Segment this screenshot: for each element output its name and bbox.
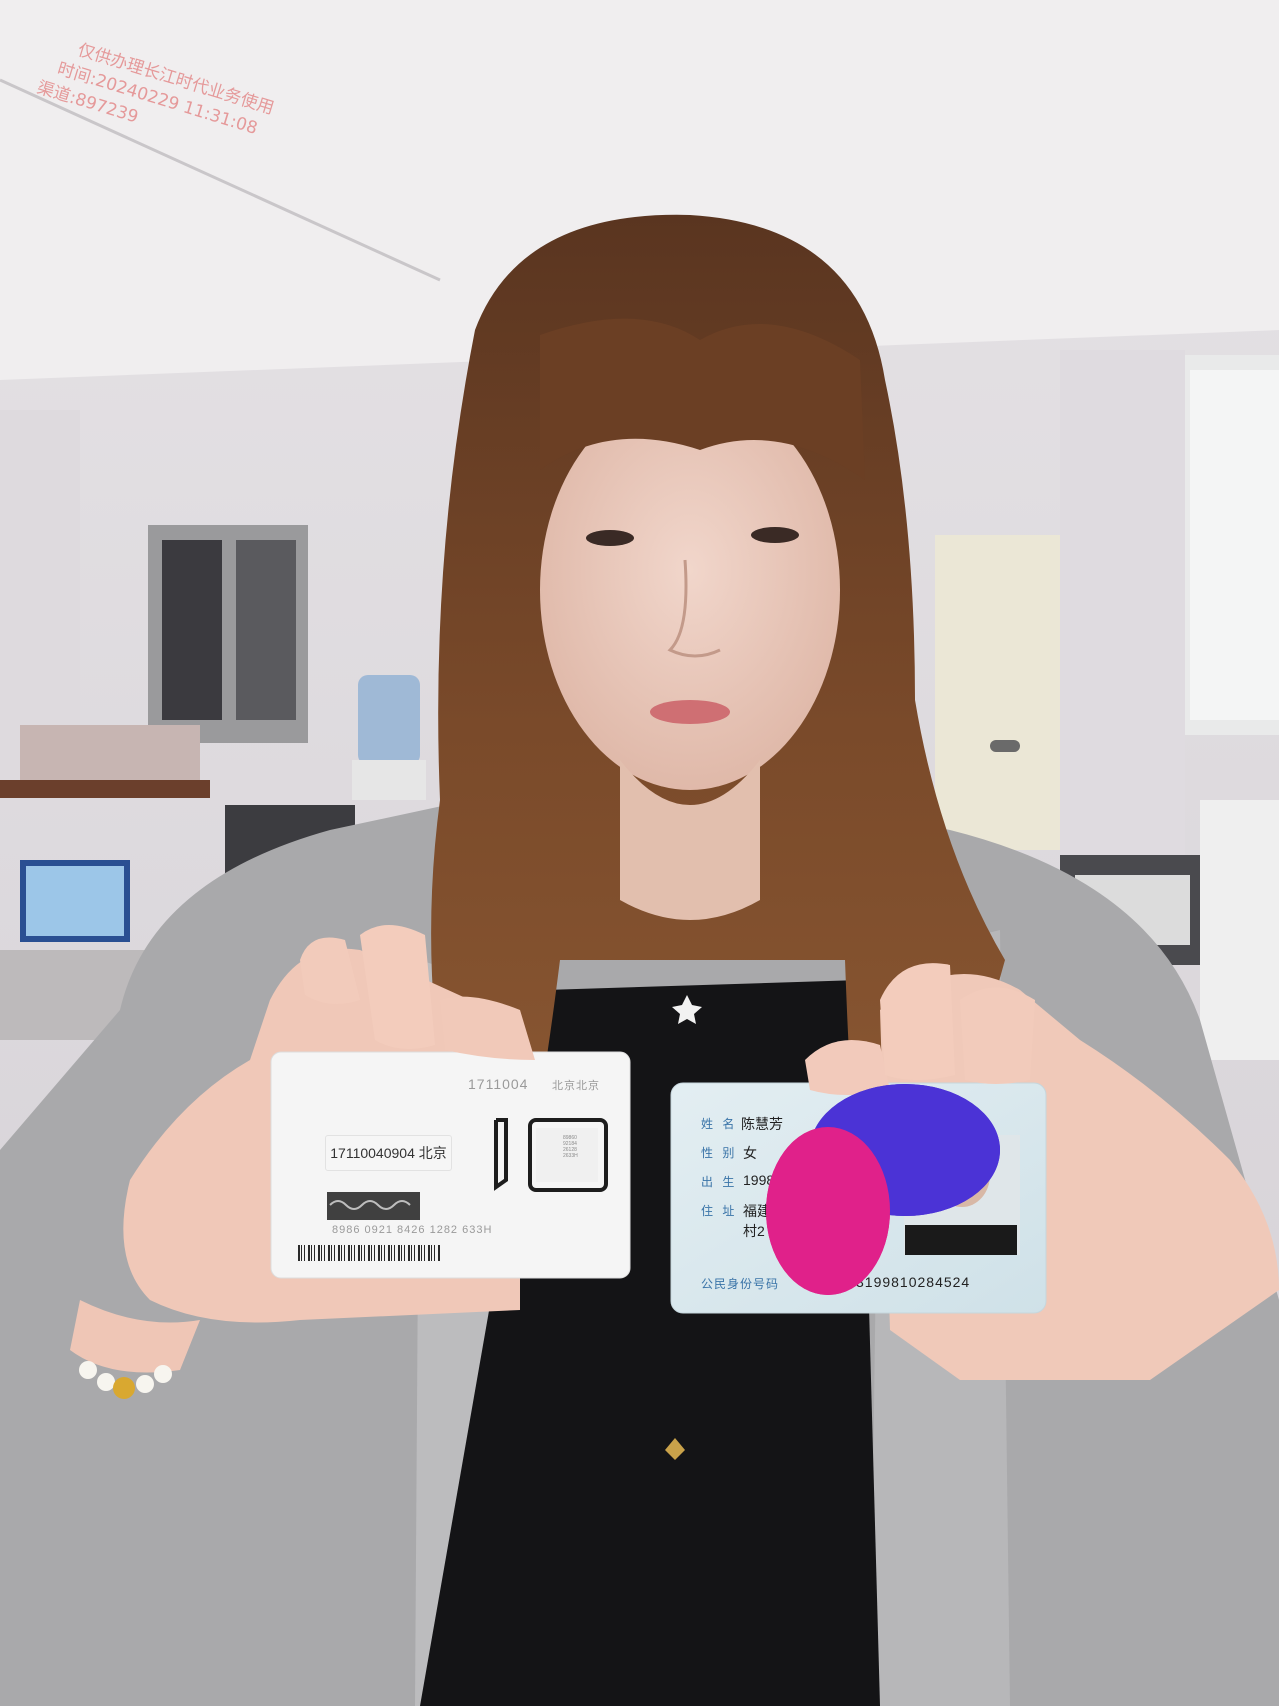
redaction-pink-overlay bbox=[766, 1127, 890, 1295]
redaction-overlay bbox=[766, 1084, 1000, 1295]
photo: 1711004 北京北京 17110040904 北京 8986 0921 84… bbox=[0, 0, 1279, 1706]
